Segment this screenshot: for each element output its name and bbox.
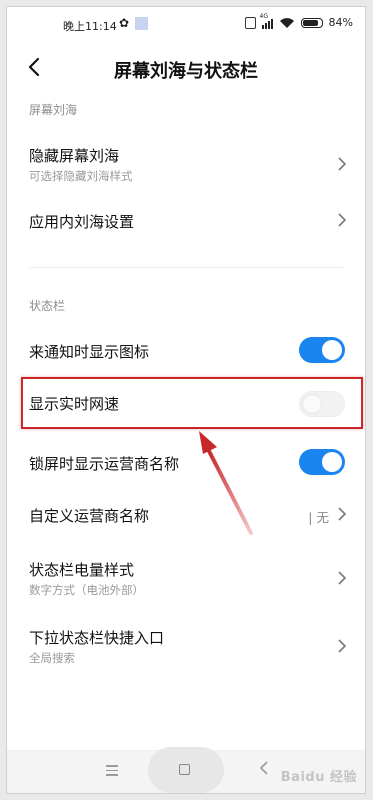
row-title: 应用内刘海设置 xyxy=(29,213,135,231)
row-subtitle: 数字方式（电池外部） xyxy=(29,583,144,597)
row-in-app-notch[interactable]: 应用内刘海设置 xyxy=(7,197,365,243)
sim-card-icon xyxy=(244,16,256,29)
row-hide-notch[interactable]: 隐藏屏幕刘海 可选择隐藏刘海样式 xyxy=(7,133,365,195)
status-time: 晚上11:14 xyxy=(63,20,117,33)
network-type-label: 4G xyxy=(259,12,269,20)
row-value: | 无 xyxy=(308,510,329,525)
row-carrier-lock[interactable]: 锁屏时显示运营商名称 xyxy=(7,439,365,485)
chevron-right-icon xyxy=(338,639,347,653)
row-subtitle: 全局搜索 xyxy=(29,651,75,665)
row-title: 自定义运营商名称 xyxy=(29,507,150,525)
row-notify-icons[interactable]: 来通知时显示图标 xyxy=(7,327,365,373)
battery-icon xyxy=(300,17,323,28)
status-bar: 晚上11:14 ✿ 4G 84% xyxy=(7,7,365,43)
section-divider xyxy=(29,267,343,268)
watermark: Baidu 经验 xyxy=(280,770,357,785)
wifi-icon xyxy=(279,17,295,29)
signal-icon: 4G xyxy=(260,13,273,29)
navigation-bar: Baidu 经验 xyxy=(7,747,365,793)
phone-screen: 晚上11:14 ✿ 4G 84% 屏幕刘海与状态栏 屏幕刘海 隐藏屏幕刘海 可选… xyxy=(6,6,366,794)
notification-thumbnail-icon xyxy=(135,17,148,30)
gear-icon: ✿ xyxy=(119,16,130,30)
chevron-right-icon xyxy=(338,213,347,227)
row-title: 下拉状态栏快捷入口 xyxy=(29,629,165,647)
carrier-value: 无 xyxy=(316,510,329,525)
notify-icons-toggle[interactable] xyxy=(299,337,345,363)
row-subtitle: 可选择隐藏刘海样式 xyxy=(29,169,133,183)
row-battery-style[interactable]: 状态栏电量样式 数字方式（电池外部） xyxy=(7,547,365,609)
section-label-statusbar: 状态栏 xyxy=(29,299,66,313)
section-label-notch: 屏幕刘海 xyxy=(29,103,78,117)
highlight-box xyxy=(21,377,363,429)
page-title: 屏幕刘海与状态栏 xyxy=(114,61,258,82)
chevron-right-icon xyxy=(338,157,347,171)
chevron-right-icon xyxy=(338,571,347,585)
header: 屏幕刘海与状态栏 xyxy=(7,43,365,93)
carrier-lock-toggle[interactable] xyxy=(299,449,345,475)
row-pulldown[interactable]: 下拉状态栏快捷入口 全局搜索 xyxy=(7,615,365,677)
row-title: 隐藏屏幕刘海 xyxy=(29,147,120,165)
row-title: 状态栏电量样式 xyxy=(29,561,135,579)
battery-percent: 84% xyxy=(328,16,353,29)
chevron-right-icon xyxy=(338,507,347,521)
home-square-icon xyxy=(179,764,190,775)
row-carrier-custom[interactable]: 自定义运营商名称 | 无 xyxy=(7,489,365,535)
back-triangle-icon[interactable] xyxy=(259,761,269,775)
row-title: 来通知时显示图标 xyxy=(29,343,150,361)
menu-icon[interactable] xyxy=(106,765,118,779)
row-title: 锁屏时显示运营商名称 xyxy=(29,455,180,473)
